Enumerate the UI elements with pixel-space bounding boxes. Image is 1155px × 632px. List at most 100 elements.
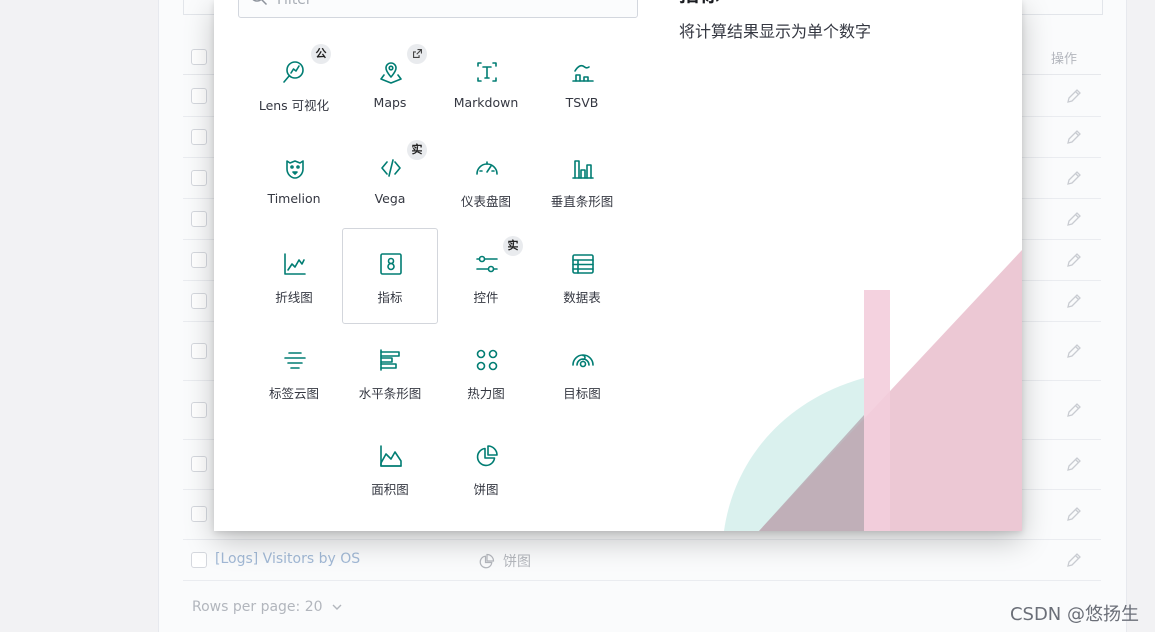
vis-type-label: Markdown bbox=[453, 95, 519, 110]
external-link-icon bbox=[412, 49, 422, 58]
row-type-label: 饼图 bbox=[503, 553, 531, 570]
vis-type-label: 标签云图 bbox=[268, 386, 319, 401]
row-checkbox[interactable] bbox=[191, 87, 207, 104]
vis-type-tile[interactable]: Maps bbox=[342, 36, 438, 132]
pencil-icon[interactable] bbox=[1065, 128, 1083, 146]
vis-type-tile[interactable]: 标签云图 bbox=[246, 324, 342, 420]
vis-type-tile[interactable]: Lens 可视化 公 bbox=[246, 36, 342, 132]
pencil-icon[interactable] bbox=[1065, 401, 1083, 419]
heatmap-icon bbox=[476, 349, 498, 371]
metric-icon bbox=[380, 253, 402, 275]
data-table-icon bbox=[572, 254, 594, 274]
vis-type-label: 数据表 bbox=[563, 290, 601, 305]
pencil-icon[interactable] bbox=[1065, 169, 1083, 187]
vis-type-tile[interactable]: Vega 实 bbox=[342, 132, 438, 228]
pencil-icon[interactable] bbox=[1065, 292, 1083, 310]
area-chart-icon bbox=[380, 445, 402, 467]
row-checkbox[interactable] bbox=[191, 401, 207, 418]
vis-type-tile[interactable]: 垂直条形图 bbox=[534, 132, 630, 228]
row-checkbox[interactable] bbox=[191, 128, 207, 145]
vis-type-label: 垂直条形图 bbox=[550, 194, 614, 209]
beta-badge: 实 bbox=[503, 236, 523, 256]
vis-type-label: TSVB bbox=[565, 95, 599, 110]
vis-type-label: 热力图 bbox=[467, 386, 505, 401]
vis-type-tile[interactable]: 折线图 bbox=[246, 228, 342, 324]
filter-input[interactable] bbox=[275, 0, 619, 15]
vis-type-tile[interactable]: 控件 实 bbox=[438, 228, 534, 324]
actions-column-header: 操作 bbox=[1050, 52, 1077, 67]
gauge-icon bbox=[476, 161, 498, 175]
pie-chart-icon bbox=[479, 553, 495, 568]
visualization-type-grid: Lens 可视化公 Maps Markdown TSVB Timelion Vega 实仪表… bbox=[246, 36, 646, 516]
row-checkbox[interactable] bbox=[191, 506, 207, 522]
vis-type-label: 控件 bbox=[473, 290, 499, 305]
vis-type-tile[interactable]: 水平条形图 bbox=[342, 324, 438, 420]
vis-type-tile[interactable]: Timelion bbox=[246, 132, 342, 228]
row-checkbox[interactable] bbox=[191, 210, 207, 227]
vis-type-label: Timelion bbox=[267, 191, 321, 206]
vis-type-tile[interactable]: 指标 bbox=[342, 228, 438, 324]
vis-type-tile[interactable]: 面积图 bbox=[342, 420, 438, 516]
pie-chart-icon bbox=[476, 445, 498, 467]
vega-code-icon bbox=[381, 159, 401, 177]
vis-type-label: 面积图 bbox=[371, 482, 409, 497]
row-checkbox[interactable] bbox=[191, 551, 207, 568]
pencil-icon[interactable] bbox=[1065, 505, 1083, 523]
pencil-icon[interactable] bbox=[1065, 210, 1083, 228]
table-row[interactable]: [Logs] Visitors by OS 饼图 bbox=[183, 539, 1101, 581]
rows-per-page-selector[interactable]: Rows per page: 20 bbox=[192, 599, 343, 615]
watermark: CSDN @悠扬生 bbox=[1009, 604, 1139, 625]
vis-type-label: 目标图 bbox=[563, 386, 601, 401]
maps-icon bbox=[380, 62, 402, 84]
beta-badge: 实 bbox=[407, 140, 427, 160]
pencil-icon[interactable] bbox=[1065, 455, 1083, 473]
search-icon bbox=[252, 0, 268, 6]
description-text: 将计算结果显示为单个数字 bbox=[679, 22, 872, 41]
row-type: 饼图 bbox=[479, 551, 531, 571]
vis-type-label: Vega bbox=[374, 191, 406, 206]
filter-field[interactable] bbox=[238, 0, 638, 18]
beta-badge: 公 bbox=[311, 44, 331, 64]
timelion-icon bbox=[286, 160, 304, 179]
external-badge bbox=[407, 44, 427, 64]
row-checkbox[interactable] bbox=[191, 292, 207, 309]
row-title-link[interactable]: [Logs] Visitors by OS bbox=[215, 551, 360, 567]
rows-per-page-label: Rows per page: 20 bbox=[192, 599, 323, 615]
pencil-icon[interactable] bbox=[1065, 342, 1083, 360]
vis-type-label: Lens 可视化 bbox=[258, 98, 330, 113]
vis-type-tile[interactable]: TSVB bbox=[534, 36, 630, 132]
vis-type-tile[interactable]: 目标图 bbox=[534, 324, 630, 420]
line-chart-icon bbox=[284, 253, 306, 275]
markdown-icon bbox=[477, 62, 497, 82]
vis-type-tile[interactable]: 仪表盘图 bbox=[438, 132, 534, 228]
vis-type-label: 仪表盘图 bbox=[460, 194, 511, 209]
decorative-illustration bbox=[724, 250, 1022, 531]
vis-type-label: 指标 bbox=[377, 290, 403, 305]
controls-icon bbox=[476, 255, 498, 273]
vis-type-label: 折线图 bbox=[275, 290, 313, 305]
vis-type-label: 水平条形图 bbox=[358, 386, 422, 401]
tag-cloud-icon bbox=[284, 352, 306, 369]
tsvb-icon bbox=[572, 64, 594, 82]
row-checkbox[interactable] bbox=[191, 342, 207, 359]
pencil-icon[interactable] bbox=[1065, 251, 1083, 269]
vis-type-label: Maps bbox=[373, 95, 407, 110]
vis-type-label: 饼图 bbox=[473, 482, 499, 497]
row-checkbox[interactable] bbox=[191, 456, 207, 472]
row-checkbox[interactable] bbox=[191, 169, 207, 186]
lens-icon bbox=[283, 61, 304, 83]
chevron-down-icon bbox=[332, 604, 342, 610]
vis-type-tile[interactable]: 饼图 bbox=[438, 420, 534, 516]
select-all-checkbox[interactable] bbox=[191, 49, 207, 65]
pencil-icon[interactable] bbox=[1065, 87, 1083, 105]
pencil-icon[interactable] bbox=[1065, 551, 1083, 569]
horizontal-bar-icon bbox=[380, 349, 400, 371]
vis-type-tile[interactable]: 热力图 bbox=[438, 324, 534, 420]
goal-icon bbox=[572, 354, 594, 368]
new-visualization-modal: Lens 可视化公MapsMarkdownTSVBTimelionVega实仪表… bbox=[214, 0, 1022, 531]
row-checkbox[interactable] bbox=[191, 251, 207, 268]
vis-type-tile[interactable]: Markdown bbox=[438, 36, 534, 132]
vertical-bar-icon bbox=[572, 160, 594, 179]
vis-type-tile[interactable]: 数据表 bbox=[534, 228, 630, 324]
description-title: 指标 bbox=[679, 0, 719, 7]
